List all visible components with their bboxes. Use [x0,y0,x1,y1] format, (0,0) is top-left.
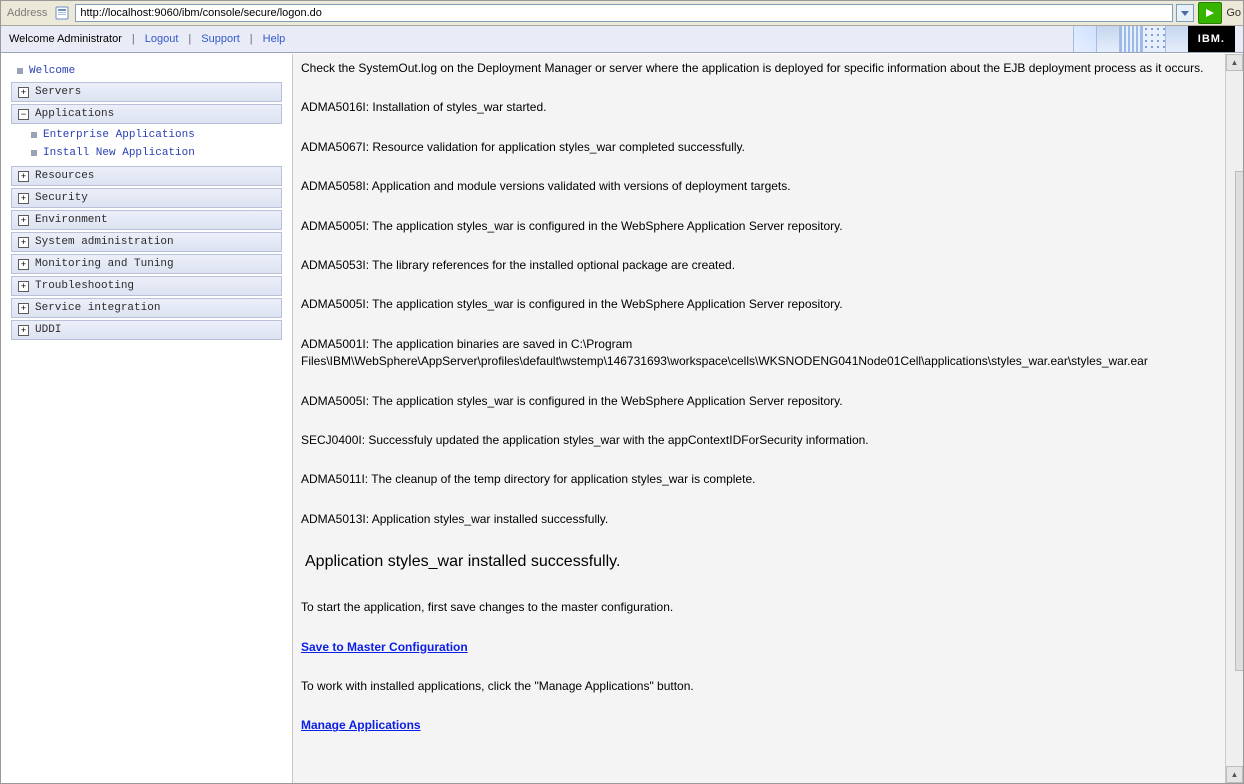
log-message: ADMA5001I: The application binaries are … [301,336,1207,371]
manage-applications-link[interactable]: Manage Applications [301,718,421,732]
separator: | [250,33,253,45]
nav-environment[interactable]: + Environment [11,210,282,230]
bullet-icon [17,68,23,74]
content-wrap: Check the SystemOut.log on the Deploymen… [293,54,1243,783]
nav-sidebar: Welcome + Servers − Applications Enterpr… [1,54,293,783]
branding-pattern-icon [1096,26,1119,52]
nav-label: Monitoring and Tuning [35,258,174,270]
branding-stripes-icon [1119,26,1142,52]
address-dropdown[interactable] [1176,4,1194,22]
nav-system-administration[interactable]: + System administration [11,232,282,252]
success-heading: Application styles_war installed success… [305,550,1207,573]
help-link[interactable]: Help [263,33,286,45]
nav-monitoring-tuning[interactable]: + Monitoring and Tuning [11,254,282,274]
banner: Welcome Administrator | Logout | Support… [1,26,1243,53]
hint-text: To start the application, first save cha… [301,599,1207,616]
nav-security[interactable]: + Security [11,188,282,208]
log-message: ADMA5011I: The cleanup of the temp direc… [301,471,1207,488]
banner-right: IBM. [1073,26,1235,52]
branding-pattern-icon [1165,26,1188,52]
nav-enterprise-applications[interactable]: Enterprise Applications [11,126,282,144]
go-label: Go [1226,7,1241,19]
log-message: ADMA5053I: The library references for th… [301,257,1207,274]
go-button[interactable] [1198,2,1222,24]
log-message: ADMA5016I: Installation of styles_war st… [301,99,1207,116]
nav-applications-children: Enterprise Applications Install New Appl… [11,126,282,162]
welcome-text: Welcome Administrator [9,33,122,45]
log-message: ADMA5067I: Resource validation for appli… [301,139,1207,156]
expand-icon[interactable]: + [18,325,29,336]
address-input[interactable] [75,4,1173,22]
log-message: ADMA5005I: The application styles_war is… [301,218,1207,235]
nav-label: System administration [35,236,174,248]
collapse-icon[interactable]: − [18,109,29,120]
hint-text: To work with installed applications, cli… [301,678,1207,695]
expand-icon[interactable]: + [18,193,29,204]
app-window: Address Go Welcome Administrator | Logou… [0,0,1244,784]
address-label: Address [3,7,51,19]
nav-resources[interactable]: + Resources [11,166,282,186]
nav-install-new-application[interactable]: Install New Application [11,144,282,162]
page-icon [55,5,71,21]
nav-label: Service integration [35,302,160,314]
separator: | [132,33,135,45]
nav-label: Troubleshooting [35,280,134,292]
bullet-icon [31,132,37,138]
log-message: SECJ0400I: Successfuly updated the appli… [301,432,1207,449]
log-message: ADMA5005I: The application styles_war is… [301,296,1207,313]
expand-icon[interactable]: + [18,281,29,292]
body-area: Welcome + Servers − Applications Enterpr… [1,53,1243,783]
ibm-logo: IBM. [1188,26,1235,52]
nav-troubleshooting[interactable]: + Troubleshooting [11,276,282,296]
branding-dots-icon [1142,26,1165,52]
save-master-config-link[interactable]: Save to Master Configuration [301,640,468,654]
nav-welcome[interactable]: Welcome [11,62,282,80]
separator: | [188,33,191,45]
nav-welcome-link[interactable]: Welcome [29,65,75,77]
logout-link[interactable]: Logout [145,33,179,45]
scroll-down-icon[interactable]: ▲ [1226,766,1243,783]
nav-label: Environment [35,214,108,226]
expand-icon[interactable]: + [18,171,29,182]
nav-label: Servers [35,86,81,98]
nav-applications[interactable]: − Applications [11,104,282,124]
bullet-icon [31,150,37,156]
nav-service-integration[interactable]: + Service integration [11,298,282,318]
log-message: ADMA5013I: Application styles_war instal… [301,511,1207,528]
log-message: Check the SystemOut.log on the Deploymen… [301,60,1207,77]
nav-servers[interactable]: + Servers [11,82,282,102]
nav-label: UDDI [35,324,61,336]
log-message: ADMA5005I: The application styles_war is… [301,393,1207,410]
expand-icon[interactable]: + [18,259,29,270]
branding-globe-icon [1073,26,1096,52]
nav-install-new-link[interactable]: Install New Application [43,147,195,159]
nav-enterprise-link[interactable]: Enterprise Applications [43,129,195,141]
expand-icon[interactable]: + [18,87,29,98]
nav-label: Applications [35,108,114,120]
log-message: ADMA5058I: Application and module versio… [301,178,1207,195]
nav-label: Resources [35,170,94,182]
expand-icon[interactable]: + [18,303,29,314]
scroll-up-icon[interactable]: ▲ [1226,54,1243,71]
content-area: Check the SystemOut.log on the Deploymen… [293,54,1225,783]
address-bar: Address Go [1,1,1243,26]
scroll-thumb[interactable] [1235,171,1244,671]
expand-icon[interactable]: + [18,215,29,226]
support-link[interactable]: Support [201,33,240,45]
nav-label: Security [35,192,88,204]
scrollbar[interactable]: ▲ ▲ [1225,54,1243,783]
nav-uddi[interactable]: + UDDI [11,320,282,340]
expand-icon[interactable]: + [18,237,29,248]
ibm-branding: IBM. [1073,26,1235,52]
